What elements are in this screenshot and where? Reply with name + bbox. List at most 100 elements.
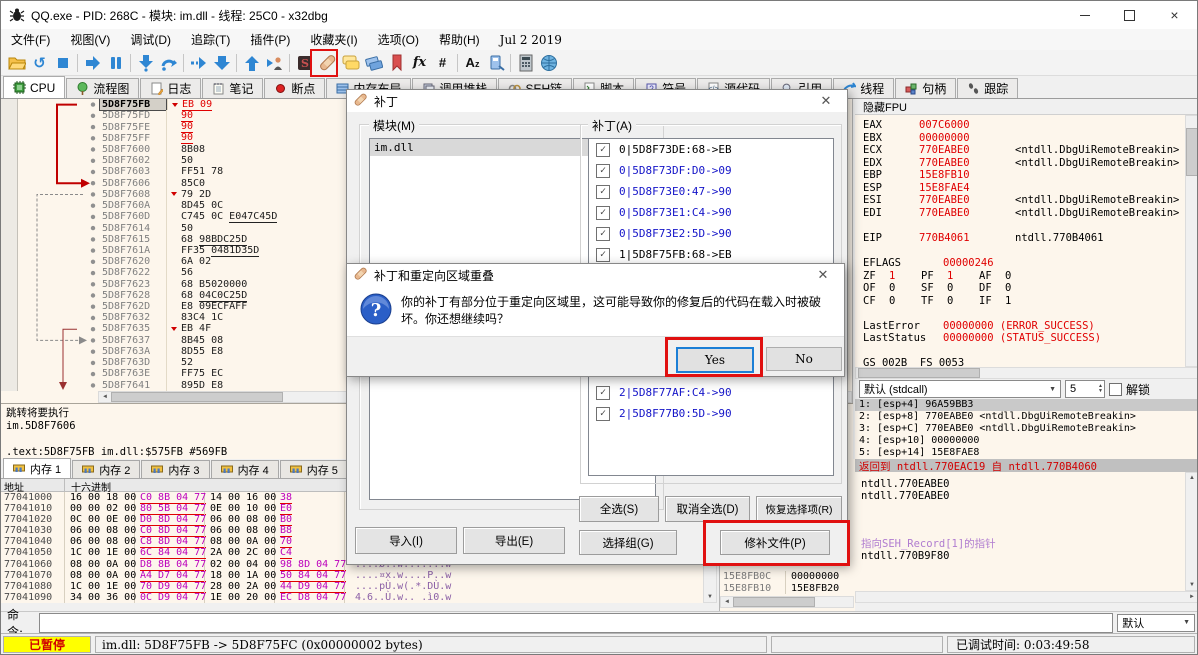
dump-row[interactable]: 7704107008 00 0A 00A4 D7 04 7718 00 1A 0… (1, 570, 703, 581)
patch-row[interactable]: ✓2|5D8F77AF:C4->90 (589, 382, 833, 403)
run-icon[interactable] (81, 51, 104, 74)
open-file-icon[interactable] (5, 51, 28, 74)
calculator-icon[interactable] (514, 51, 537, 74)
menu-item-t[interactable]: 追踪(T) (181, 29, 240, 50)
menu-item-p[interactable]: 插件(P) (240, 29, 300, 50)
argument-count-stepper[interactable]: 5 ▲▼ (1065, 380, 1105, 398)
patch-checkbox[interactable]: ✓ (596, 206, 610, 220)
stack-hscrollbar[interactable]: ◄ (720, 596, 854, 608)
info-hscrollbar[interactable]: ► (855, 591, 1198, 603)
close-icon[interactable]: ✕ (808, 267, 838, 283)
info-vscrollbar[interactable]: ▲ ▼ (1185, 472, 1198, 591)
dump-row[interactable]: 7704109034 00 36 000C D9 04 771E 00 20 0… (1, 592, 703, 603)
argument-row[interactable]: 4: [esp+10] 00000000 (855, 435, 1198, 447)
deselect-all-button[interactable]: 取消全选(D) (665, 496, 750, 522)
menu-item-d[interactable]: 调试(D) (120, 29, 181, 50)
dump-tab[interactable]: 内存 5 (280, 460, 348, 478)
restore-selection-button[interactable]: 恢复选择项(R) (756, 496, 842, 522)
maximize-button[interactable] (1107, 2, 1152, 29)
confirm-dialog-titlebar[interactable]: 补丁和重定向区域重叠 ✕ (347, 264, 844, 286)
scylla-icon[interactable]: S (293, 51, 316, 74)
scrollbar-thumb[interactable] (1186, 128, 1198, 176)
registers-vscrollbar[interactable] (1185, 115, 1198, 367)
tab-handles[interactable]: 句柄 (895, 78, 956, 98)
no-button[interactable]: No (766, 347, 842, 371)
menu-item-h[interactable]: 帮助(H) (429, 29, 490, 50)
registers-hscrollbar[interactable] (855, 367, 1198, 379)
patch-checkbox[interactable]: ✓ (596, 143, 610, 157)
unlock-checkbox[interactable] (1109, 383, 1122, 396)
fx-icon[interactable]: fx (408, 51, 431, 74)
argument-row[interactable]: 1: [esp+4] 96A59BB3 (855, 399, 1198, 411)
patch-row[interactable]: ✓0|5D8F73E1:C4->90 (589, 202, 833, 223)
patch-checkbox[interactable]: ✓ (596, 386, 610, 400)
patch-checkbox[interactable]: ✓ (596, 164, 610, 178)
patch-dialog-titlebar[interactable]: 补丁 ✕ (347, 90, 847, 112)
patch-row[interactable]: ✓0|5D8F73E0:47->90 (589, 181, 833, 202)
patch-file-button[interactable]: 修补文件(P) (720, 530, 830, 555)
modules-icon[interactable] (484, 51, 507, 74)
dump-tab[interactable]: 内存 1 (3, 458, 71, 478)
patch-checkbox[interactable]: ✓ (596, 227, 610, 241)
command-profile-select[interactable]: 默认 ▼ (1117, 614, 1195, 632)
patch-checkbox[interactable]: ✓ (596, 248, 610, 262)
hide-fpu-toggle[interactable]: 隐藏FPU (855, 99, 1198, 115)
dump-row[interactable]: 770410801C 00 1E 0070 D9 04 7728 00 2A 0… (1, 581, 703, 592)
argument-row[interactable]: 2: [esp+8] 770EABE0 <ntdll.DbgUiRemoteBr… (855, 411, 1198, 423)
globe-icon[interactable] (537, 51, 560, 74)
patch-row[interactable]: ✓0|5D8F73DF:D0->09 (589, 160, 833, 181)
dump-tab[interactable]: 内存 2 (72, 460, 140, 478)
export-button[interactable]: 导出(E) (463, 527, 565, 554)
stack-row[interactable]: 15E8FB1015E8FB20 (720, 583, 854, 595)
patch-icon[interactable] (316, 51, 339, 74)
scrollbar-thumb[interactable] (733, 597, 815, 607)
scrollbar-thumb[interactable] (111, 392, 283, 402)
close-button[interactable]: × (1152, 2, 1197, 29)
trace-over-icon[interactable] (210, 51, 233, 74)
patch-row[interactable]: ✓0|5D8F73DE:68->EB (589, 139, 833, 160)
tab-log[interactable]: 日志 (140, 78, 201, 98)
menu-item-i[interactable]: 收藏夹(I) (300, 29, 367, 50)
step-into-icon[interactable] (134, 51, 157, 74)
tab-breakpoint[interactable]: 断点 (264, 78, 325, 98)
step-over-icon[interactable] (157, 51, 180, 74)
stop-icon[interactable] (51, 51, 74, 74)
convention-select[interactable]: 默认 (stdcall) ▼ (859, 380, 1061, 398)
stack-row[interactable]: 15E8FB0C00000000 (720, 571, 854, 583)
pause-icon[interactable] (104, 51, 127, 74)
trace-into-icon[interactable] (187, 51, 210, 74)
hash-icon[interactable]: # (431, 51, 454, 74)
import-button[interactable]: 导入(I) (355, 527, 457, 554)
minimize-button[interactable] (1062, 2, 1107, 29)
bookmarks-icon[interactable] (385, 51, 408, 74)
scrollbar-thumb[interactable] (858, 368, 980, 378)
patch-checkbox[interactable]: ✓ (596, 185, 610, 199)
dump-tab[interactable]: 内存 3 (141, 460, 209, 478)
patch-row[interactable]: ✓0|5D8F73E2:5D->90 (589, 223, 833, 244)
yes-button[interactable]: Yes (676, 347, 754, 373)
patch-checkbox[interactable]: ✓ (596, 407, 610, 421)
close-icon[interactable]: ✕ (811, 93, 841, 109)
tab-notes[interactable]: 笔记 (202, 78, 263, 98)
menu-item-o[interactable]: 选项(O) (368, 29, 429, 50)
patch-row[interactable]: ✓1|5D8F75FB:68->EB (589, 244, 833, 265)
dump-tab[interactable]: 内存 4 (211, 460, 279, 478)
execute-till-return-icon[interactable] (240, 51, 263, 74)
patch-row[interactable]: ✓2|5D8F77B0:5D->90 (589, 403, 833, 424)
command-input[interactable] (39, 613, 1113, 633)
run-to-user-code-icon[interactable] (263, 51, 286, 74)
tab-graph[interactable]: 流程图 (66, 78, 139, 98)
tab-cpu[interactable]: CPU (3, 76, 65, 98)
argument-row[interactable]: 5: [esp+14] 15E8FAE8 (855, 447, 1198, 459)
pick-groups-button[interactable]: 选择组(G) (579, 530, 677, 555)
select-all-button[interactable]: 全选(S) (579, 496, 659, 522)
restart-icon[interactable]: ↺ (28, 51, 51, 74)
argument-row[interactable]: 3: [esp+C] 770EABE0 <ntdll.DbgUiRemoteBr… (855, 423, 1198, 435)
spinner-arrows-icon[interactable]: ▲▼ (1098, 384, 1104, 394)
menu-item-f[interactable]: 文件(F) (1, 29, 60, 50)
tab-trace[interactable]: 跟踪 (957, 78, 1018, 98)
comments-icon[interactable] (339, 51, 362, 74)
labels-icon[interactable] (362, 51, 385, 74)
menu-item-v[interactable]: 视图(V) (60, 29, 120, 50)
font-size-icon[interactable]: Az (461, 51, 484, 74)
